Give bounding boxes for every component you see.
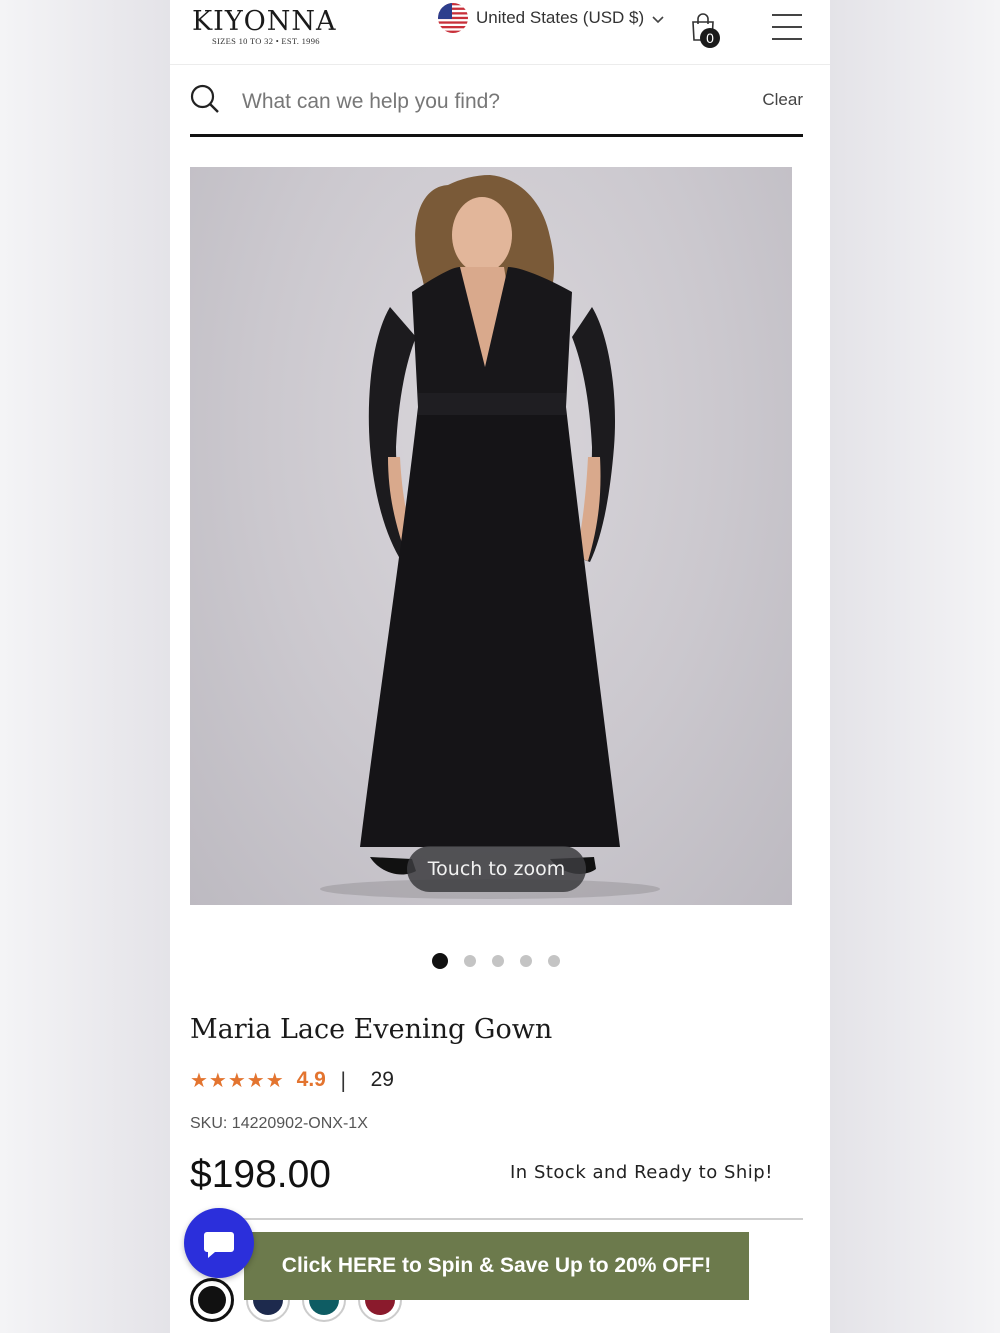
divider xyxy=(243,1218,803,1220)
model-in-gown-illustration xyxy=(320,175,660,899)
product-price: $198.00 xyxy=(190,1153,331,1196)
product-sku: SKU: 14220902-ONX-1X xyxy=(190,1115,368,1132)
chevron-down-icon xyxy=(652,9,664,28)
product-image[interactable]: Touch to zoom xyxy=(190,167,792,905)
star-rating-icon: ★★★★★ xyxy=(190,1068,285,1092)
clear-search-button[interactable]: Clear xyxy=(762,90,803,110)
product-page: KIYONNA SIZES 10 TO 32 • EST. 1996 Unite… xyxy=(170,0,830,1333)
site-header: KIYONNA SIZES 10 TO 32 • EST. 1996 Unite… xyxy=(170,0,830,65)
product-rating[interactable]: ★★★★★ 4.9 | 29 xyxy=(190,1068,394,1092)
search-icon[interactable] xyxy=(190,84,220,118)
cart-button[interactable]: 0 xyxy=(690,12,720,48)
search-bar: Clear xyxy=(190,66,803,137)
product-title: Maria Lace Evening Gown xyxy=(190,1014,553,1045)
stock-status: In Stock and Ready to Ship! xyxy=(510,1162,773,1183)
carousel-dot-2[interactable] xyxy=(464,955,476,967)
carousel-dot-5[interactable] xyxy=(548,955,560,967)
chat-button[interactable] xyxy=(184,1208,254,1278)
carousel-dots xyxy=(432,953,560,969)
swatch-onyx[interactable] xyxy=(190,1278,234,1322)
background-right xyxy=(830,0,1000,1333)
search-input[interactable] xyxy=(240,86,704,118)
us-flag-icon xyxy=(438,3,468,33)
carousel-dot-4[interactable] xyxy=(520,955,532,967)
carousel-dot-1[interactable] xyxy=(432,953,448,969)
carousel-dot-3[interactable] xyxy=(492,955,504,967)
logo-tagline: SIZES 10 TO 32 • EST. 1996 xyxy=(212,36,320,46)
spin-and-save-banner[interactable]: Click HERE to Spin & Save Up to 20% OFF! xyxy=(244,1232,749,1300)
review-count[interactable]: 29 xyxy=(371,1068,394,1092)
brand-logo[interactable]: KIYONNA SIZES 10 TO 32 • EST. 1996 xyxy=(192,6,337,46)
rating-separator: | xyxy=(339,1068,347,1092)
zoom-hint[interactable]: Touch to zoom xyxy=(407,846,586,892)
hamburger-menu-icon[interactable] xyxy=(772,14,802,44)
chat-bubble-icon xyxy=(184,1232,254,1282)
locale-selector[interactable]: United States (USD $) xyxy=(438,3,664,33)
locale-label: United States (USD $) xyxy=(476,8,645,27)
background-left xyxy=(0,0,170,1333)
cart-count-badge: 0 xyxy=(700,28,720,48)
logo-wordmark: KIYONNA xyxy=(192,6,337,37)
rating-value: 4.9 xyxy=(296,1068,326,1091)
